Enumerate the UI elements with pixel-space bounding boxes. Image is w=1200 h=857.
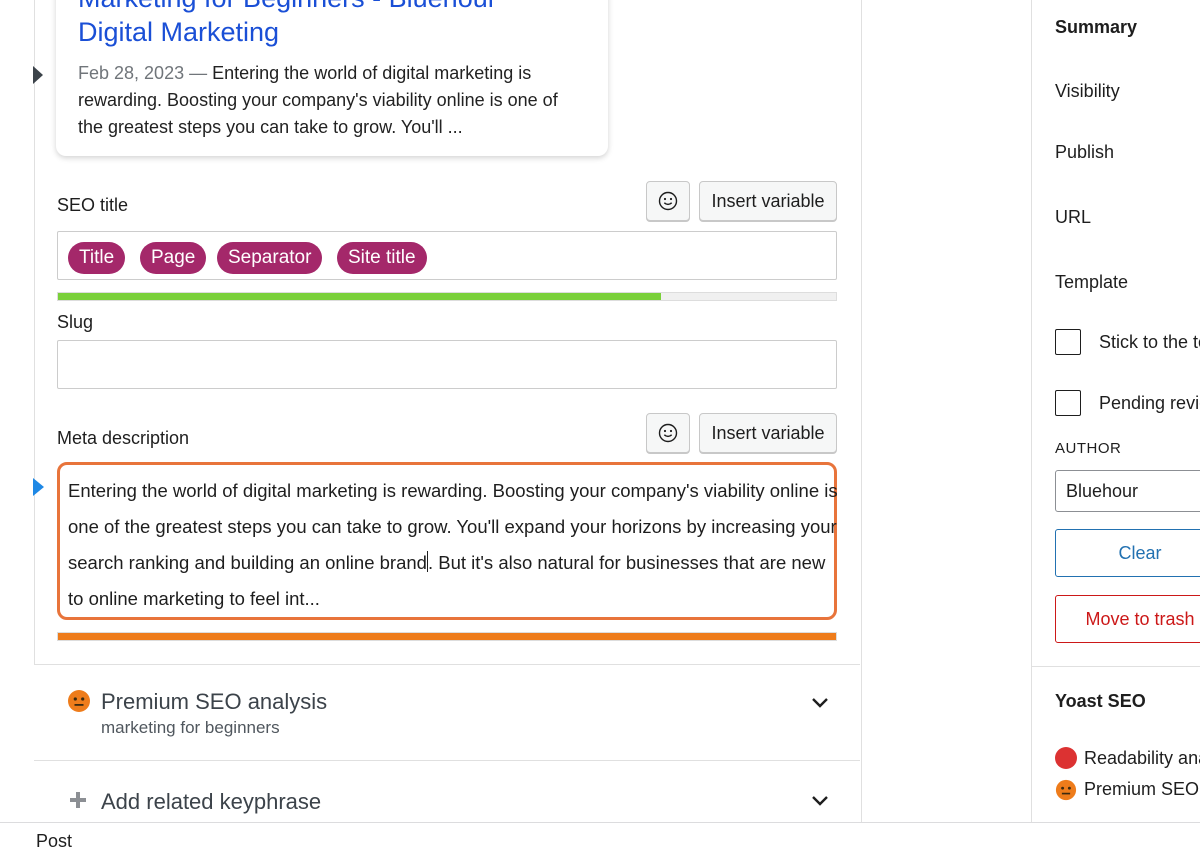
neutral-face-icon [1055,779,1077,801]
yoast-seo-heading[interactable]: Yoast SEO [1055,691,1146,712]
preview-title-line1[interactable]: Marketing for Beginners - Bluehour [78,0,497,14]
move-to-trash-button[interactable]: Move to trash [1055,595,1200,643]
breadcrumb[interactable]: Post [36,831,72,852]
variable-pill-page[interactable]: Page [140,242,207,274]
stick-to-top-label[interactable]: Stick to the top of the blog [1099,332,1200,353]
step-marker-icon [33,478,44,496]
meta-description-emoji-button[interactable] [646,413,690,453]
seo-title-input[interactable]: Title Page Separator Site title [57,231,837,280]
meta-description-progress-fill [58,633,836,640]
meta-description-length-progress [57,632,837,641]
premium-seo-analysis-section[interactable]: Premium SEO analysis marketing for begin… [34,664,860,761]
variable-pill-site-title[interactable]: Site title [337,242,427,274]
summary-heading[interactable]: Summary [1055,17,1137,38]
slug-input[interactable] [57,340,837,389]
chevron-down-icon[interactable] [810,791,830,814]
visibility-label: Visibility [1055,81,1120,101]
seo-title-insert-variable-button[interactable]: Insert variable [699,181,837,221]
premium-seo-analysis-item[interactable]: Premium SEO analysis [1084,779,1200,800]
variable-pill-separator[interactable]: Separator [217,242,323,274]
readability-status-dot [1055,747,1077,769]
smiley-icon [658,191,678,211]
template-label: Template [1055,272,1129,292]
google-preview-card[interactable]: Marketing for Beginners - Bluehour Digit… [56,0,608,156]
add-related-keyphrase-title[interactable]: Add related keyphrase [101,789,321,815]
neutral-face-icon [68,690,90,712]
editor-status-bar: Post [0,822,1200,857]
pending-review-label[interactable]: Pending review [1099,393,1200,414]
slug-label: Slug [57,312,94,332]
preview-date-dash: — [189,63,208,83]
variable-pill-title[interactable]: Title [68,242,126,274]
preview-title-line2[interactable]: Digital Marketing [78,16,279,48]
pending-review-checkbox[interactable] [1055,390,1081,416]
author-select[interactable]: Bluehour [1055,470,1200,512]
meta-description-text: Entering the world of digital marketing … [68,473,838,617]
sidebar-divider [1032,666,1200,667]
author-heading: AUTHOR [1055,440,1122,457]
add-related-keyphrase-section[interactable]: Add related keyphrase [34,760,860,823]
seo-title-length-progress [57,292,837,301]
focus-keyphrase-text: marketing for beginners [101,718,280,737]
meta-description-input[interactable]: Entering the world of digital marketing … [57,462,838,620]
premium-seo-analysis-title[interactable]: Premium SEO analysis [101,689,327,715]
preview-date: Feb 28, 2023 [78,63,185,83]
seo-title-label: SEO title [57,195,129,215]
settings-sidebar: Summary Visibility Publish URL Template … [1031,0,1200,822]
collapse-marker-icon[interactable] [33,66,43,84]
readability-analysis-item[interactable]: Readability analysis [1084,748,1200,769]
url-label: URL [1055,207,1092,227]
smiley-icon [658,423,678,443]
meta-description-label: Meta description [57,428,190,448]
chevron-down-icon[interactable] [810,693,830,716]
seo-title-emoji-button[interactable] [646,181,690,221]
meta-description-insert-variable-button[interactable]: Insert variable [699,413,837,453]
seo-title-progress-fill [58,293,661,300]
publish-label: Publish [1055,142,1115,162]
clear-button[interactable]: Clear [1055,529,1200,577]
plus-icon [70,792,86,808]
stick-to-top-checkbox[interactable] [1055,329,1081,355]
preview-description: Feb 28, 2023 — Entering the world of dig… [78,60,578,141]
